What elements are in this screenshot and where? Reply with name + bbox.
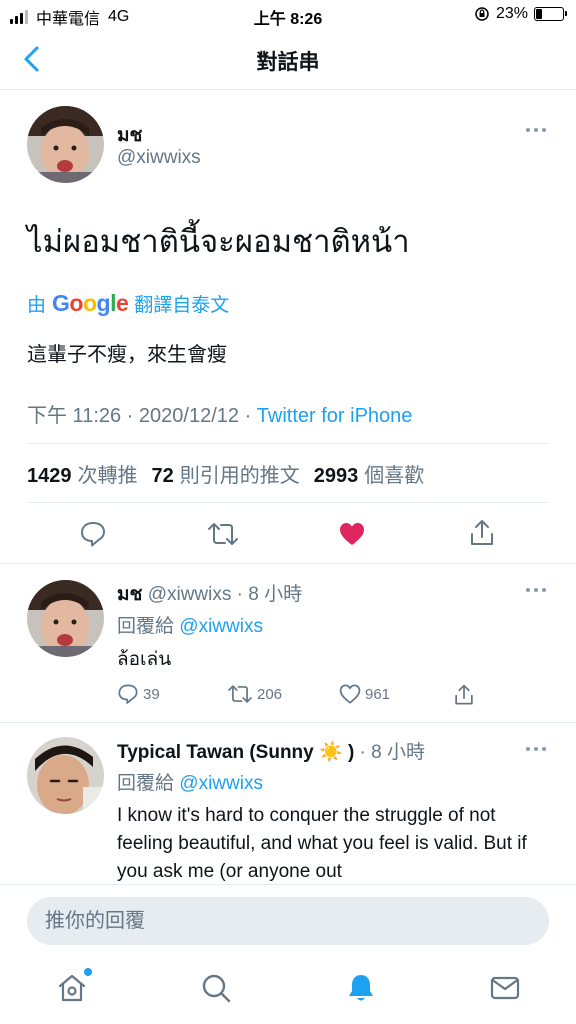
translate-prefix: 由 [27, 295, 47, 316]
notifications-icon [349, 975, 373, 1001]
mention-link[interactable]: @xiwwixs [179, 616, 263, 637]
heart-icon [339, 684, 361, 704]
more-options-icon[interactable] [526, 588, 548, 594]
main-tweet: มช @xiwwixs ไม่ผอมชาตินี้จะผอมชาติหน้า 由… [0, 90, 576, 564]
replying-to-label: 回覆給 [117, 616, 175, 637]
reply-time: 8 小時 [248, 584, 303, 605]
tab-home[interactable] [56, 968, 92, 1004]
reply-time: 8 小時 [371, 742, 426, 763]
search-icon [202, 974, 231, 1003]
reply-icon [118, 684, 138, 704]
tab-search[interactable] [200, 972, 232, 1004]
retweets-stat[interactable]: 1429 次轉推 [27, 459, 138, 488]
like-count: 961 [365, 685, 391, 703]
display-name-close: ) [347, 742, 355, 763]
avatar[interactable] [27, 106, 104, 183]
likes-count: 2993 [313, 464, 359, 487]
reply-actions: 39 206 961 [117, 683, 557, 713]
retweets-count: 1429 [27, 464, 72, 487]
battery-percent: 23% [495, 5, 528, 22]
reply-text: ล้อเล่น [117, 649, 172, 670]
replying-to: 回覆給 @xiwwixs [117, 611, 263, 638]
google-logo: Google [52, 290, 129, 316]
tweet-text: ไม่ผอมชาตินี้จะผอมชาติหน้า [27, 224, 410, 259]
share-icon [455, 684, 473, 705]
sun-emoji: ☀️ [319, 742, 343, 763]
retweet-count-button[interactable]: 206 [227, 683, 282, 705]
display-name[interactable]: มช [117, 120, 142, 150]
reply-header: Typical Tawan (Sunny ☀️ ) · 8 小時 [117, 742, 426, 763]
reply-tweet[interactable]: มช @xiwwixs · 8 小時 回覆給 @xiwwixs ล้อเล่น … [0, 564, 576, 723]
messages-icon [490, 976, 520, 1000]
tweet-time[interactable]: 下午 11:26 [27, 405, 121, 427]
battery-icon [534, 7, 567, 21]
quotes-count: 72 [151, 464, 174, 487]
translated-text: 這輩子不瘦，來生會瘦 [27, 344, 227, 366]
retweet-icon[interactable] [207, 520, 239, 548]
notification-dot [84, 968, 92, 976]
tab-messages[interactable] [489, 972, 521, 1004]
reply-bar [0, 884, 576, 956]
reply-count-button[interactable]: 39 [117, 683, 160, 705]
rotation-lock-icon [475, 7, 489, 21]
tweet-source[interactable]: Twitter for iPhone [257, 405, 413, 427]
like-icon[interactable] [338, 520, 366, 548]
replying-to: 回覆給 @xiwwixs [117, 768, 263, 795]
display-name[interactable]: Typical Tawan (Sunny ☀️ ) [117, 742, 354, 763]
retweet-count: 206 [257, 685, 283, 703]
more-options-icon[interactable] [526, 128, 548, 134]
reply-header: มช @xiwwixs · 8 小時 [117, 584, 303, 605]
home-icon [58, 974, 86, 1002]
translate-link[interactable]: 由 Google 翻譯自泰文 [27, 290, 229, 317]
page-title: 對話串 [256, 51, 320, 74]
user-handle[interactable]: @xiwwixs [117, 147, 201, 169]
tweet-meta: 下午 11:26 · 2020/12/12 · Twitter for iPho… [27, 405, 413, 427]
retweets-label: 次轉推 [77, 464, 138, 487]
tweet-date[interactable]: 2020/12/12 [139, 405, 239, 427]
share-button[interactable] [453, 683, 475, 707]
likes-label: 個喜歡 [364, 464, 425, 487]
display-name-text: Typical Tawan (Sunny [117, 742, 314, 763]
user-handle[interactable]: @xiwwixs [148, 584, 232, 605]
mention-link[interactable]: @xiwwixs [179, 773, 263, 794]
status-bar: 中華電信 4G 上午 8:26 23% [0, 0, 576, 30]
avatar[interactable] [27, 580, 104, 657]
more-options-icon[interactable] [526, 747, 548, 753]
reply-input[interactable] [27, 897, 549, 945]
tab-notifications[interactable] [345, 972, 377, 1004]
avatar[interactable] [27, 737, 104, 814]
likes-stat[interactable]: 2993 個喜歡 [314, 459, 425, 488]
tweet-stats: 1429 次轉推 72 則引用的推文 2993 個喜歡 [27, 443, 549, 503]
tab-bar [0, 956, 576, 1024]
reply-count: 39 [143, 685, 160, 703]
tweet-actions [0, 514, 576, 554]
retweet-icon [228, 685, 252, 703]
quotes-label: 則引用的推文 [179, 464, 300, 487]
display-name[interactable]: มช [117, 584, 142, 605]
translate-suffix: 翻譯自泰文 [134, 295, 230, 316]
reply-icon[interactable] [79, 520, 107, 548]
replying-to-label: 回覆給 [117, 773, 175, 794]
header: 對話串 [0, 30, 576, 90]
like-count-button[interactable]: 961 [339, 683, 390, 705]
share-icon[interactable] [468, 518, 496, 548]
quotes-stat[interactable]: 72 則引用的推文 [152, 459, 300, 488]
reply-text: I know it's hard to conquer the struggle… [117, 805, 527, 882]
reply-tweet[interactable]: Typical Tawan (Sunny ☀️ ) · 8 小時 回覆給 @xi… [0, 723, 576, 884]
